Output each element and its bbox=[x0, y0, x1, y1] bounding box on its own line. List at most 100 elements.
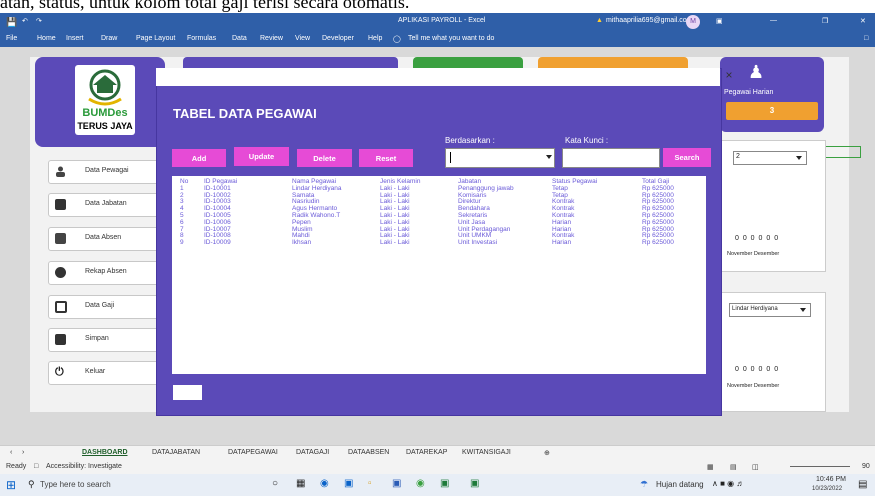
zoom-level[interactable]: 90 bbox=[862, 463, 870, 470]
table-cell[interactable]: Ikhsan bbox=[292, 239, 342, 247]
nav-data-gaji[interactable]: Data Gaji bbox=[48, 295, 162, 319]
ribbon-tab-home[interactable]: Home bbox=[37, 35, 56, 42]
clock-date[interactable]: 10/23/2022 bbox=[812, 486, 842, 492]
avatar[interactable]: M bbox=[686, 15, 700, 29]
col-jabatan: Jabatan Penanggung jawab Komisaris Direktur… bbox=[458, 178, 514, 247]
logo-subtitle: TERUS JAYA bbox=[77, 121, 133, 131]
sheet-tab-datajabatan[interactable]: DATAJABATAN bbox=[152, 449, 200, 456]
store-icon[interactable]: ▣ bbox=[344, 478, 353, 489]
ribbon-tab-view[interactable]: View bbox=[295, 35, 310, 42]
task-view-icon[interactable]: ▦ bbox=[296, 478, 305, 489]
reset-button[interactable]: Reset bbox=[359, 149, 413, 167]
summary-months-1: November Desember bbox=[727, 251, 780, 257]
page-break-icon[interactable]: ◫ bbox=[752, 463, 759, 471]
nav-data-absen[interactable]: Data Absen bbox=[48, 227, 162, 251]
file-explorer-icon[interactable]: ▫ bbox=[368, 478, 372, 489]
logo-name: BUMDes bbox=[82, 107, 128, 119]
ribbon-tab-page-layout[interactable]: Page Layout bbox=[136, 35, 175, 42]
table-cell[interactable]: Harian bbox=[552, 239, 597, 247]
summary-numbers-2: 0 0 0 0 0 0 bbox=[735, 366, 780, 373]
edge-icon[interactable]: ◉ bbox=[320, 478, 329, 489]
comments-icon[interactable]: □ bbox=[864, 35, 868, 42]
logo: BUMDes TERUS JAYA bbox=[75, 65, 135, 135]
summary-box-1: 2 0 0 0 0 0 0 November Desember bbox=[720, 140, 826, 272]
berdasarkan-label: Berdasarkan : bbox=[445, 136, 495, 145]
taskbar-search[interactable]: Type here to search bbox=[40, 480, 111, 489]
windows-start-icon[interactable]: ⊞ bbox=[6, 478, 16, 492]
nav-data-pegawai[interactable]: Data Pewagai bbox=[48, 160, 162, 184]
excel-icon[interactable]: ▣ bbox=[440, 478, 449, 489]
ribbon-tab-review[interactable]: Review bbox=[260, 35, 283, 42]
ribbon-tab-help[interactable]: Help bbox=[368, 35, 382, 42]
redo-icon[interactable]: ↷ bbox=[36, 17, 42, 25]
zoom-slider[interactable] bbox=[790, 466, 850, 467]
ribbon-display-icon[interactable]: ▣ bbox=[716, 17, 723, 25]
search-field-select[interactable] bbox=[445, 148, 555, 168]
sheet-tab-datagaji[interactable]: DATAGAJI bbox=[296, 449, 329, 456]
restore-icon[interactable]: ❐ bbox=[822, 17, 828, 25]
minimize-icon[interactable]: — bbox=[770, 17, 777, 24]
month-select[interactable]: 2 bbox=[733, 151, 807, 165]
sheet-tab-datarekap[interactable]: DATAREKAP bbox=[406, 449, 447, 456]
table-cell[interactable]: 9 bbox=[180, 239, 188, 247]
ribbon-tab-insert[interactable]: Insert bbox=[66, 35, 84, 42]
delete-button[interactable]: Delete bbox=[297, 149, 352, 167]
table-cell[interactable]: Rp 625000 bbox=[642, 239, 674, 247]
sheet-tab-dashboard[interactable]: DASHBOARD bbox=[82, 449, 128, 456]
tab-next-icon[interactable]: › bbox=[22, 449, 24, 456]
add-sheet-icon[interactable]: ⊕ bbox=[544, 449, 550, 457]
nav-simpan[interactable]: Simpan bbox=[48, 328, 162, 352]
window-title: APLIKASI PAYROLL - Excel bbox=[398, 17, 486, 24]
close-icon[interactable]: × bbox=[722, 68, 736, 82]
tell-me-box[interactable]: Tell me what you want to do bbox=[408, 35, 494, 42]
nav-label: Data Jabatan bbox=[85, 200, 127, 207]
keyword-input[interactable] bbox=[562, 148, 660, 168]
employee-table[interactable]: No 1 2 3 4 5 6 7 8 9 ID Pegawai ID-10001 ID-10002 ID… bbox=[172, 176, 706, 374]
notification-icon[interactable]: ▤ bbox=[858, 479, 867, 490]
add-button[interactable]: Add bbox=[172, 149, 226, 167]
chevron-down-icon bbox=[796, 156, 802, 160]
connector-line bbox=[820, 146, 861, 158]
weather-icon: ☂ bbox=[640, 479, 649, 489]
nav-keluar[interactable]: ⏻ Keluar bbox=[48, 361, 162, 385]
excel-active-icon[interactable]: ▣ bbox=[470, 478, 479, 489]
ribbon-tab-formulas[interactable]: Formulas bbox=[187, 35, 216, 42]
employee-select[interactable]: Lindar Herdiyana bbox=[729, 303, 811, 317]
col-no: No 1 2 3 4 5 6 7 8 9 bbox=[180, 178, 188, 247]
tab-prev-icon[interactable]: ‹ bbox=[10, 449, 12, 456]
table-cell[interactable]: ID-10009 bbox=[204, 239, 237, 247]
sheet-tab-kwitansigaji[interactable]: KWITANSIGAJI bbox=[462, 449, 511, 456]
calendar-icon bbox=[55, 233, 66, 244]
close-window-icon[interactable]: ✕ bbox=[860, 17, 866, 25]
ribbon-tab-draw[interactable]: Draw bbox=[101, 35, 117, 42]
ribbon-tab-data[interactable]: Data bbox=[232, 35, 247, 42]
table-cell[interactable]: Laki - Laki bbox=[380, 239, 420, 247]
nav-data-jabatan[interactable]: Data Jabatan bbox=[48, 193, 162, 217]
card-count: 3 bbox=[726, 102, 818, 120]
sheet-tab-datapegawai[interactable]: DATAPEGAWAI bbox=[228, 449, 278, 456]
tray-icons[interactable]: ∧ ■ ◉ ♬ bbox=[712, 479, 744, 488]
pie-chart-icon bbox=[55, 267, 66, 278]
normal-view-icon[interactable]: ▦ bbox=[707, 463, 714, 471]
ribbon-tab-file[interactable]: File bbox=[6, 35, 17, 42]
chrome-icon[interactable]: ◉ bbox=[416, 478, 425, 489]
windows-taskbar: ⊞ ⚲ Type here to search ○ ▦ ◉ ▣ ▫ ▣ ◉ ▣ … bbox=[0, 474, 875, 496]
chevron-down-icon bbox=[546, 155, 552, 159]
weather-text[interactable]: Hujan datang bbox=[656, 480, 704, 489]
users-icon bbox=[55, 166, 66, 177]
page-layout-icon[interactable]: ▤ bbox=[730, 463, 737, 471]
undo-icon[interactable]: ↶ bbox=[22, 17, 28, 25]
nav-label: Data Absen bbox=[85, 234, 122, 241]
save-icon[interactable]: 💾 bbox=[6, 17, 17, 28]
clock-time[interactable]: 10:46 PM bbox=[816, 476, 846, 483]
accessibility-status[interactable]: Accessibility: Investigate bbox=[46, 463, 122, 470]
nav-rekap-absen[interactable]: Rekap Absen bbox=[48, 261, 162, 285]
update-button[interactable]: Update bbox=[234, 147, 289, 166]
blank-button[interactable] bbox=[173, 385, 202, 400]
sheet-tab-dataabsen[interactable]: DATAABSEN bbox=[348, 449, 389, 456]
ribbon-tab-developer[interactable]: Developer bbox=[322, 35, 354, 42]
cortana-icon[interactable]: ○ bbox=[272, 478, 278, 489]
word-icon[interactable]: ▣ bbox=[392, 478, 401, 489]
search-button[interactable]: Search bbox=[663, 148, 711, 167]
table-cell[interactable]: Unit Investasi bbox=[458, 239, 514, 247]
